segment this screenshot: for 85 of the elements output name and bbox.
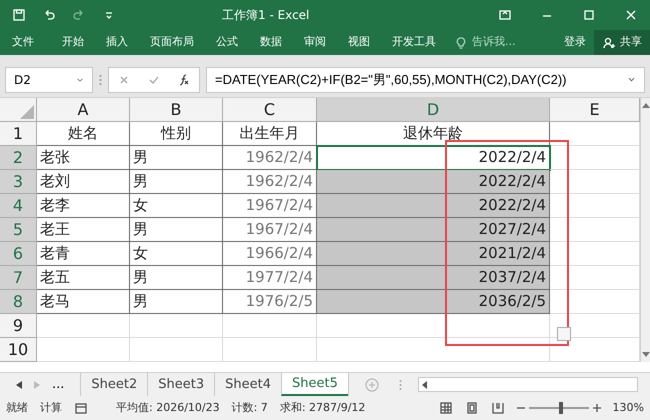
zoom-slider[interactable] bbox=[528, 402, 589, 414]
table-cell: 男 bbox=[130, 266, 223, 290]
status-calc: 计算 bbox=[40, 400, 62, 416]
table-cell: 退休年龄 bbox=[317, 122, 550, 146]
scroll-left-icon[interactable] bbox=[16, 380, 22, 388]
row-header[interactable]: 1 bbox=[0, 122, 37, 146]
macro-record-icon[interactable] bbox=[74, 401, 88, 415]
zoom-level: 130% bbox=[612, 400, 644, 416]
row-header[interactable]: 4 bbox=[0, 194, 37, 218]
table-cell: 出生年月 bbox=[223, 122, 317, 146]
zoom-in-icon[interactable] bbox=[592, 404, 601, 412]
more-sheets-button[interactable]: ... bbox=[52, 374, 64, 394]
status-average: 平均值: 2026/10/23 bbox=[116, 400, 220, 416]
share-button[interactable]: 共享 bbox=[594, 30, 650, 55]
save-icon[interactable] bbox=[12, 8, 26, 22]
ribbon-tab[interactable]: 数据 bbox=[256, 34, 286, 51]
status-mode: 就绪 bbox=[6, 400, 28, 416]
grip-icon[interactable] bbox=[99, 74, 102, 86]
grip-icon[interactable] bbox=[398, 378, 402, 390]
column-header[interactable]: B bbox=[130, 98, 223, 121]
scroll-up-icon[interactable] bbox=[642, 102, 650, 108]
table-cell: 性别 bbox=[130, 122, 223, 146]
zoom-thumb[interactable] bbox=[559, 402, 564, 414]
maximize-icon[interactable] bbox=[582, 8, 596, 22]
column-header[interactable]: A bbox=[37, 98, 130, 121]
lightbulb-icon[interactable] bbox=[454, 36, 468, 50]
table-cell: 男 bbox=[130, 146, 223, 170]
column-header[interactable]: D bbox=[317, 98, 550, 121]
ribbon-tab[interactable]: 公式 bbox=[212, 34, 242, 51]
formula-field[interactable]: =DATE(YEAR(C2)+IF(B2="男",60,55),MONTH(C2),DAY(C2)) bbox=[206, 66, 645, 92]
row-header[interactable]: 6 bbox=[0, 242, 37, 266]
status-count: 计数: 7 bbox=[232, 400, 268, 416]
table-cell: 姓名 bbox=[37, 122, 130, 146]
ribbon-tab[interactable]: 审阅 bbox=[300, 34, 330, 51]
ribbon-tab[interactable]: 开始 bbox=[58, 34, 88, 51]
page-layout-icon[interactable] bbox=[464, 401, 479, 415]
person-icon[interactable] bbox=[602, 36, 616, 50]
table-cell: 2022/2/4 bbox=[317, 146, 550, 170]
table-cell: 2036/2/5 bbox=[317, 290, 550, 314]
table-cell: 老张 bbox=[37, 146, 130, 170]
table-cell: 老青 bbox=[37, 242, 130, 266]
vertical-scrollbar[interactable] bbox=[640, 98, 650, 362]
table-cell: 老王 bbox=[37, 218, 130, 242]
row-header[interactable]: 2 bbox=[0, 146, 37, 170]
table-cell: 女 bbox=[130, 194, 223, 218]
table-cell: 老李 bbox=[37, 194, 130, 218]
function-icon[interactable] bbox=[177, 72, 191, 86]
table-cell: 老五 bbox=[37, 266, 130, 290]
expand-icon[interactable] bbox=[627, 75, 636, 84]
ribbon-display-icon[interactable] bbox=[498, 8, 512, 22]
ribbon-tab[interactable]: 文件 bbox=[8, 34, 38, 51]
scroll-left-icon[interactable] bbox=[422, 380, 427, 388]
table-cell: 男 bbox=[130, 290, 223, 314]
horizontal-scrollbar[interactable] bbox=[418, 377, 638, 392]
sheet-tab[interactable]: Sheet5 bbox=[280, 373, 348, 396]
table-cell: 2022/2/4 bbox=[317, 194, 550, 218]
row-header[interactable]: 9 bbox=[0, 314, 37, 338]
table-cell: 2037/2/4 bbox=[317, 266, 550, 290]
table-cell: 男 bbox=[130, 170, 223, 194]
table-cell: 2022/2/4 bbox=[317, 170, 550, 194]
row-header[interactable]: 10 bbox=[0, 338, 37, 362]
table-cell: 2027/2/4 bbox=[317, 218, 550, 242]
row-header[interactable]: 3 bbox=[0, 170, 37, 194]
page-break-icon[interactable] bbox=[490, 401, 505, 415]
ribbon-tab[interactable]: 开发工具 bbox=[388, 34, 440, 51]
table-cell: 老刘 bbox=[37, 170, 130, 194]
status-sum: 求和: 2787/9/12 bbox=[280, 400, 366, 416]
table-cell: 2021/2/4 bbox=[317, 242, 550, 266]
normal-view-icon[interactable] bbox=[438, 401, 453, 415]
row-header[interactable]: 5 bbox=[0, 218, 37, 242]
row-header[interactable]: 8 bbox=[0, 290, 37, 314]
table-cell: 1962/2/4 bbox=[223, 146, 317, 170]
table-cell: 老马 bbox=[37, 290, 130, 314]
sign-in-link[interactable]: 登录 bbox=[564, 34, 586, 51]
close-icon[interactable] bbox=[624, 8, 638, 22]
ribbon-tab[interactable]: 视图 bbox=[344, 34, 374, 51]
name-box[interactable]: D2 bbox=[5, 66, 93, 92]
ribbon-tab[interactable]: 插入 bbox=[102, 34, 132, 51]
ribbon-tab[interactable]: 页面布局 bbox=[146, 34, 198, 51]
window-title: 工作簿1 - Excel bbox=[222, 7, 310, 24]
table-cell: 男 bbox=[130, 218, 223, 242]
row-header[interactable]: 7 bbox=[0, 266, 37, 290]
scroll-down-icon[interactable] bbox=[642, 352, 650, 358]
table-cell: 女 bbox=[130, 242, 223, 266]
tell-me-field[interactable]: 告诉我... bbox=[454, 34, 516, 51]
